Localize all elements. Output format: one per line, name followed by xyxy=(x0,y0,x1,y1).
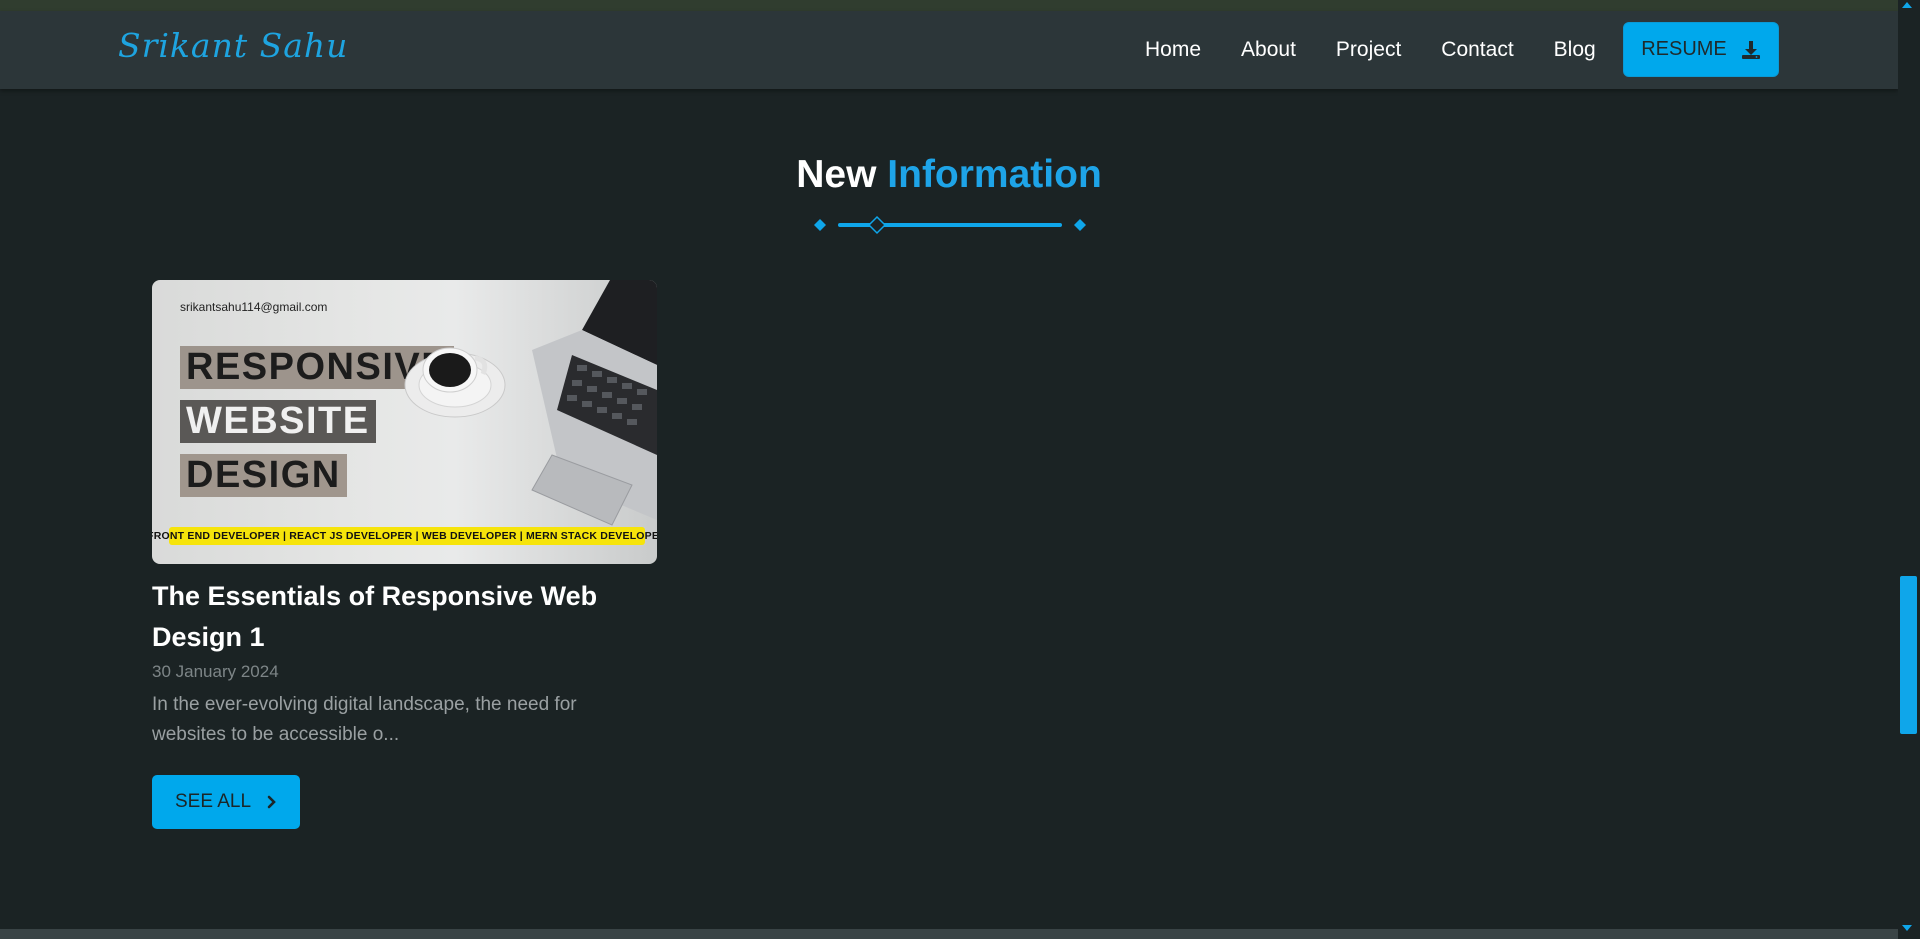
blog-thumbnail[interactable]: srikantsahu114@gmail.com RESPONSIVE WEBS… xyxy=(152,280,657,564)
nav-link-blog[interactable]: Blog xyxy=(1554,38,1596,62)
thumbnail-line-2: WEBSITE xyxy=(180,400,376,443)
nav-link-home[interactable]: Home xyxy=(1145,38,1201,62)
chevron-right-icon xyxy=(267,795,277,809)
section-title-plain: New xyxy=(796,153,877,196)
blog-title[interactable]: The Essentials of Responsive Web Design … xyxy=(152,576,622,658)
brand-logo[interactable]: Srikant Sahu xyxy=(118,29,348,62)
bottom-strip xyxy=(0,929,1898,939)
scrollbar-track[interactable] xyxy=(1898,0,1920,939)
blog-card: srikantsahu114@gmail.com RESPONSIVE WEBS… xyxy=(152,280,657,750)
blog-date: 30 January 2024 xyxy=(152,662,279,681)
scroll-up-arrow-icon[interactable] xyxy=(1902,2,1912,8)
thumbnail-email: srikantsahu114@gmail.com xyxy=(180,300,328,314)
title-divider xyxy=(814,215,1086,235)
scrollbar-thumb[interactable] xyxy=(1900,576,1917,734)
section-title-accent: Information xyxy=(887,153,1102,196)
nav-links: Home About Project Contact Blog xyxy=(1145,11,1636,89)
section-title: New Information xyxy=(0,153,1898,197)
see-all-button[interactable]: SEE ALL xyxy=(152,775,300,829)
nav-link-contact[interactable]: Contact xyxy=(1441,38,1513,62)
see-all-label: SEE ALL xyxy=(174,791,252,812)
thumbnail-banner: FRONT END DEVELOPER | REACT JS DEVELOPER… xyxy=(152,527,657,545)
resume-button[interactable]: RESUME xyxy=(1623,22,1779,77)
resume-button-label: RESUME xyxy=(1641,38,1727,60)
download-icon xyxy=(1741,40,1761,60)
scroll-down-arrow-icon[interactable] xyxy=(1902,925,1912,931)
nav-link-about[interactable]: About xyxy=(1241,38,1296,62)
thumbnail-line-3: DESIGN xyxy=(180,454,347,497)
nav-link-project[interactable]: Project xyxy=(1336,38,1401,62)
blog-excerpt: In the ever-evolving digital landscape, … xyxy=(152,694,577,745)
navbar: Srikant Sahu Home About Project Contact … xyxy=(0,11,1898,89)
laptop-illustration xyxy=(531,280,657,526)
